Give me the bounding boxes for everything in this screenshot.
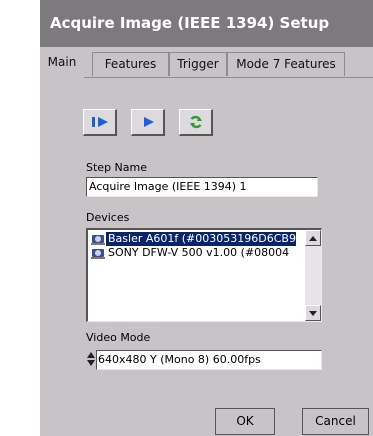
scroll-down-icon	[309, 310, 317, 316]
list-item[interactable]: Basler A601f (#003053196D6CB9	[88, 232, 304, 246]
device-label: Basler A601f (#003053196D6CB9	[106, 232, 296, 246]
tab-trigger[interactable]: Trigger	[169, 52, 227, 76]
run-button[interactable]	[131, 109, 165, 136]
devices-listbox[interactable]: Basler A601f (#003053196D6CB9 SONY DFW-V…	[86, 228, 322, 322]
tab-bar: Main Features Trigger Mode 7 Features	[40, 50, 373, 78]
tab-main[interactable]: Main	[40, 50, 84, 78]
tab-features[interactable]: Features	[92, 52, 169, 76]
step-run-icon	[91, 117, 108, 127]
refresh-button[interactable]	[179, 109, 213, 136]
camera-icon	[91, 235, 105, 245]
window-title: Acquire Image (IEEE 1394) Setup	[40, 0, 373, 47]
cancel-button[interactable]: Cancel	[302, 408, 369, 435]
step-name-input[interactable]: Acquire Image (IEEE 1394) 1	[86, 177, 318, 197]
list-item[interactable]: SONY DFW-V 500 v1.00 (#08004	[88, 246, 304, 260]
dialog-window: Acquire Image (IEEE 1394) Setup Main Fea…	[40, 0, 373, 436]
refresh-icon	[189, 115, 202, 129]
devices-label: Devices	[86, 211, 130, 224]
scroll-down-button[interactable]	[305, 305, 321, 321]
scroll-up-button[interactable]	[305, 230, 321, 246]
scroll-up-icon	[309, 235, 317, 241]
device-label: SONY DFW-V 500 v1.00 (#08004	[108, 246, 290, 259]
camera-icon	[91, 249, 105, 259]
tab-mode-7-features[interactable]: Mode 7 Features	[227, 52, 345, 76]
video-mode-select[interactable]: 640x480 Y (Mono 8) 60.00fps	[96, 350, 322, 370]
main-panel: Step Name Acquire Image (IEEE 1394) 1 De…	[40, 77, 373, 436]
ok-button[interactable]: OK	[215, 408, 275, 435]
up-down-arrows-icon[interactable]	[86, 350, 96, 368]
video-mode-label: Video Mode	[86, 331, 151, 344]
devices-scrollbar[interactable]	[305, 230, 321, 321]
run-icon	[143, 117, 154, 127]
step-name-label: Step Name	[86, 161, 147, 174]
step-run-button[interactable]	[83, 109, 117, 136]
